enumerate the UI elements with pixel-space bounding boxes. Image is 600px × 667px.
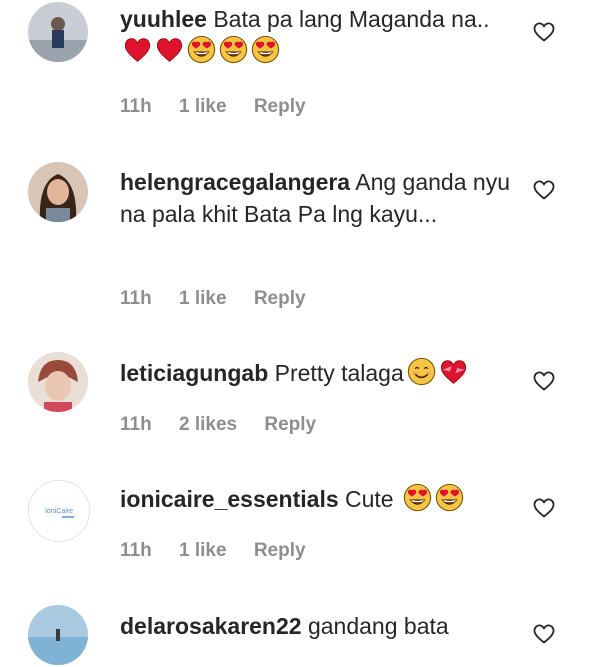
comment-body: delarosakaren22 gandang bata xyxy=(120,610,520,642)
heart-with-ribbon-emoji-icon xyxy=(439,357,468,386)
comment-username[interactable]: delarosakaren22 xyxy=(120,613,302,639)
comment-likes-count[interactable]: 1 like xyxy=(179,288,227,309)
comment-likes-count[interactable]: 1 like xyxy=(179,540,227,561)
comment-time: 11h xyxy=(120,288,152,309)
like-comment-heart-icon[interactable] xyxy=(532,496,556,520)
comment-text: gandang bata xyxy=(307,613,449,639)
red-heart-emoji-icon xyxy=(155,35,184,64)
reply-button[interactable]: Reply xyxy=(254,96,306,117)
comment-username[interactable]: ionicaire_essentials xyxy=(120,486,339,512)
heart-eyes-emoji-icon xyxy=(219,35,248,64)
ionicaire-logo-text: IoniCaire xyxy=(45,508,73,515)
comment-username[interactable]: helengracegalangera xyxy=(120,169,350,195)
comment-body: ionicaire_essentials Cute xyxy=(120,483,520,515)
comment-meta: 11h 2 likes Reply xyxy=(120,414,338,436)
smiling-face-emoji-icon xyxy=(407,357,436,386)
comment-text: Cute xyxy=(345,486,394,512)
like-comment-heart-icon[interactable] xyxy=(532,369,556,393)
like-comment-heart-icon[interactable] xyxy=(532,20,556,44)
comment-username[interactable]: yuuhlee xyxy=(120,6,207,32)
avatar[interactable] xyxy=(28,605,88,665)
comment-meta: 11h 1 like Reply xyxy=(120,288,328,310)
heart-eyes-emoji-icon xyxy=(187,35,216,64)
red-heart-emoji-icon xyxy=(123,35,152,64)
comment-time: 11h xyxy=(120,96,152,117)
like-comment-heart-icon[interactable] xyxy=(532,622,556,646)
comment-meta: 11h 1 like Reply xyxy=(120,540,328,562)
comment-time: 11h xyxy=(120,414,152,435)
avatar[interactable] xyxy=(28,162,88,222)
comment-likes-count[interactable]: 1 like xyxy=(179,96,227,117)
avatar[interactable]: IoniCaire xyxy=(28,480,90,542)
like-comment-heart-icon[interactable] xyxy=(532,178,556,202)
reply-button[interactable]: Reply xyxy=(254,540,306,561)
comment-body: helengracegalangera Ang ganda nyu na pal… xyxy=(120,166,520,230)
avatar[interactable] xyxy=(28,352,88,412)
reply-button[interactable]: Reply xyxy=(254,288,306,309)
comment-body: leticiagungab Pretty talaga xyxy=(120,357,520,389)
heart-eyes-emoji-icon xyxy=(403,483,432,512)
comment-meta: 11h 1 like Reply xyxy=(120,96,328,118)
comment-body: yuuhlee Bata pa lang Maganda na.. xyxy=(120,3,520,67)
comment-likes-count[interactable]: 2 likes xyxy=(179,414,237,435)
comment-username[interactable]: leticiagungab xyxy=(120,360,268,386)
reply-button[interactable]: Reply xyxy=(264,414,316,435)
avatar[interactable] xyxy=(28,2,88,62)
heart-eyes-emoji-icon xyxy=(251,35,280,64)
comment-text: Pretty talaga xyxy=(274,360,404,386)
comment-time: 11h xyxy=(120,540,152,561)
heart-eyes-emoji-icon xyxy=(435,483,464,512)
comment-text: Bata pa lang Maganda na.. xyxy=(213,6,490,32)
